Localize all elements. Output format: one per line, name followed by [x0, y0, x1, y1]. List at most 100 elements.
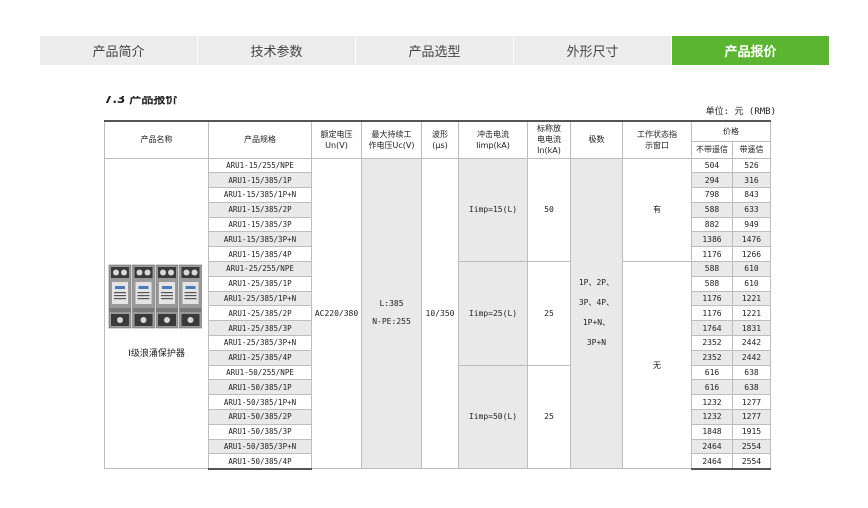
poles-line: 3P+N	[586, 338, 607, 348]
price-remote: 1476	[732, 231, 771, 248]
tab-dimensions[interactable]: 外形尺寸	[514, 36, 672, 65]
status-window-yes: 有	[622, 157, 692, 263]
price-remote: 2442	[732, 349, 771, 366]
price-remote: 1277	[732, 409, 771, 425]
price-remote: 1915	[732, 423, 771, 440]
header-impulse-current: 冲击电流 Iimp(kA)	[458, 120, 528, 159]
product-name-cell: I级浪涌保护器	[104, 157, 209, 470]
spec-cell: ARU1-15/255/NPE	[208, 157, 312, 174]
price-no-remote: 1232	[691, 409, 733, 425]
price-remote: 1266	[732, 246, 771, 263]
poles-line: 3P、4P、	[578, 298, 615, 308]
spec-cell: ARU1-25/385/4P	[208, 349, 312, 366]
spec-cell: ARU1-25/385/3P+N	[208, 335, 312, 351]
tab-product-intro[interactable]: 产品简介	[40, 36, 198, 65]
price-no-remote: 2352	[691, 349, 733, 366]
price-table-body: I级浪涌保护器 ARU1-15/255/NPE AC220/380 L:385 N-PE…	[104, 157, 771, 470]
spec-cell: ARU1-15/385/1P	[208, 172, 312, 189]
spec-cell: ARU1-50/385/2P	[208, 409, 312, 425]
price-remote: 316	[732, 172, 771, 189]
poles-line: 1P、2P、	[578, 278, 615, 288]
max-voltage-line: L:385	[379, 299, 404, 309]
nominal-current-cell: 25	[527, 261, 571, 366]
price-remote: 638	[732, 364, 771, 381]
poles-line: 1P+N、	[582, 318, 611, 328]
price-no-remote: 1232	[691, 394, 733, 411]
price-remote: 843	[732, 187, 771, 203]
nominal-current-cell: 50	[527, 157, 571, 263]
impulse-current-cell: Iimp=50(L)	[458, 364, 528, 470]
header-spec: 产品规格	[208, 120, 312, 159]
price-remote: 949	[732, 216, 771, 233]
price-no-remote: 504	[691, 157, 733, 174]
price-remote: 526	[732, 157, 771, 174]
price-no-remote: 616	[691, 379, 733, 396]
price-table: 产品名称 产品规格 额定电压 Un(V) 最大持续工 作电压Uc(V) 波形 (μs)…	[104, 120, 771, 470]
spec-cell: ARU1-50/385/1P	[208, 379, 312, 396]
price-no-remote: 588	[691, 261, 733, 277]
section-title: 7.3 产品报价	[104, 96, 178, 105]
spec-cell: ARU1-25/255/NPE	[208, 261, 312, 277]
price-remote: 1221	[732, 290, 771, 307]
spec-cell: ARU1-50/385/3P	[208, 423, 312, 440]
nominal-current-cell: 25	[527, 364, 571, 470]
price-no-remote: 1176	[691, 246, 733, 263]
poles-cell: 1P、2P、 3P、4P、 1P+N、 3P+N	[570, 157, 623, 470]
price-no-remote: 294	[691, 172, 733, 189]
spec-cell: ARU1-25/385/1P+N	[208, 290, 312, 307]
price-remote: 2554	[732, 453, 771, 470]
spec-cell: ARU1-50/255/NPE	[208, 364, 312, 381]
price-no-remote: 798	[691, 187, 733, 203]
spec-cell: ARU1-15/385/4P	[208, 246, 312, 263]
price-no-remote: 1848	[691, 423, 733, 440]
spec-cell: ARU1-15/385/3P	[208, 216, 312, 233]
header-status-window: 工作状态指 示窗口	[622, 120, 692, 159]
price-no-remote: 2352	[691, 335, 733, 351]
surge-protector-image	[107, 262, 203, 330]
max-voltage-cell: L:385 N-PE:255	[361, 157, 422, 470]
price-no-remote: 588	[691, 201, 733, 218]
max-voltage-line: N-PE:255	[372, 317, 411, 327]
price-no-remote: 588	[691, 275, 733, 292]
spec-cell: ARU1-50/385/4P	[208, 453, 312, 470]
spec-cell: ARU1-50/385/1P+N	[208, 394, 312, 411]
header-waveform: 波形 (μs)	[421, 120, 459, 159]
price-remote: 2442	[732, 335, 771, 351]
status-window-no: 无	[622, 261, 692, 470]
price-remote: 610	[732, 261, 771, 277]
price-no-remote: 1386	[691, 231, 733, 248]
rated-voltage-cell: AC220/380	[311, 157, 362, 470]
spec-cell: ARU1-15/385/1P+N	[208, 187, 312, 203]
header-max-voltage: 最大持续工 作电压Uc(V)	[361, 120, 422, 159]
currency-unit: 单位: 元 (RMB)	[705, 107, 776, 117]
price-no-remote: 2464	[691, 453, 733, 470]
price-no-remote: 1764	[691, 320, 733, 337]
tab-bar: 产品简介 技术参数 产品选型 外形尺寸 产品报价	[40, 36, 829, 65]
spec-cell: ARU1-50/385/3P+N	[208, 438, 312, 455]
header-nominal-current: 标称放 电电流 In(kA)	[527, 120, 571, 159]
spec-cell: ARU1-15/385/3P+N	[208, 231, 312, 248]
header-price-remote: 带遥信	[732, 140, 771, 159]
waveform-cell: 10/350	[421, 157, 459, 470]
tab-product-price[interactable]: 产品报价	[672, 36, 829, 65]
price-remote: 1221	[732, 305, 771, 322]
price-no-remote: 1176	[691, 290, 733, 307]
price-remote: 633	[732, 201, 771, 218]
price-remote: 1277	[732, 394, 771, 411]
header-price: 价格	[691, 120, 771, 142]
price-no-remote: 616	[691, 364, 733, 381]
header-price-no-remote: 不带遥信	[691, 140, 733, 159]
impulse-current-cell: Iimp=15(L)	[458, 157, 528, 263]
spec-cell: ARU1-25/385/2P	[208, 305, 312, 322]
spec-cell: ARU1-25/385/3P	[208, 320, 312, 337]
price-no-remote: 2464	[691, 438, 733, 455]
price-no-remote: 1176	[691, 305, 733, 322]
tab-product-selection[interactable]: 产品选型	[356, 36, 514, 65]
tab-tech-params[interactable]: 技术参数	[198, 36, 356, 65]
product-name: I级浪涌保护器	[128, 348, 185, 359]
header-poles: 极数	[570, 120, 623, 159]
header-product-name: 产品名称	[104, 120, 209, 159]
table-row: I级浪涌保护器 ARU1-15/255/NPE AC220/380 L:385 N-PE…	[104, 157, 771, 470]
price-remote: 638	[732, 379, 771, 396]
header-rated-voltage: 额定电压 Un(V)	[311, 120, 362, 159]
